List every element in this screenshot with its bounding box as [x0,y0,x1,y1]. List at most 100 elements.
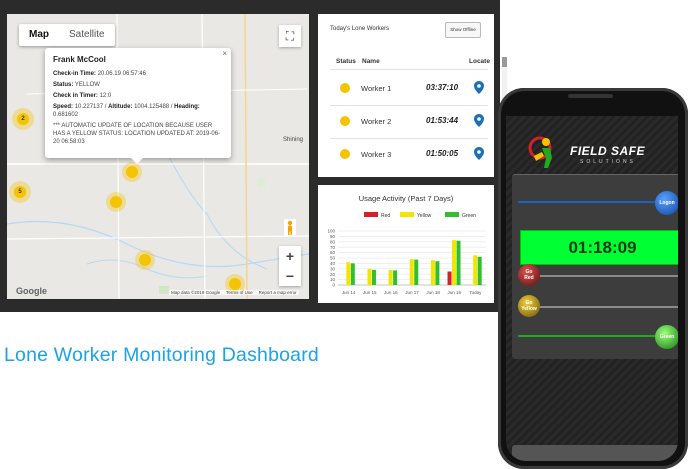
y-tick-label: 90 [330,234,336,239]
brand-name: FIELD SAFE [570,144,646,158]
worker-timer: 01:50:05 [426,149,459,158]
checkin-time-line: Check-in Time: 20.06.19 06:57:46 [53,70,146,77]
field-safe-logo: FIELD SAFE SOLUTIONS [526,134,666,170]
zoom-in-button[interactable]: + [279,246,301,266]
cluster-marker[interactable]: 5 [14,186,26,198]
name-column-header: Name [362,58,380,65]
bar [388,269,393,285]
logon-button[interactable]: Logon [655,191,678,215]
x-tick-label: Jun 18 [426,290,440,295]
status-dot [340,83,350,93]
x-tick-label: Jun 14 [342,290,356,295]
control-panel: Logon 01:18:09 Go Red Go Yellow Green [512,174,678,359]
worker-marker[interactable] [126,166,138,178]
status-dot [340,116,350,126]
scrollbar-thumb[interactable] [502,57,507,67]
y-tick-label: 10 [330,277,336,282]
go-green-label: Green [659,334,675,340]
table-row[interactable]: Worker 1 03:37:10 [318,71,494,104]
worker-marker[interactable] [110,196,122,208]
lone-workers-panel: Today's Lone Workers Show Offline Status… [318,14,507,177]
map-footer: Map data ©2019 Google Terms of Use Repor… [169,290,299,295]
x-tick-label: Today [469,290,482,295]
bar [477,256,482,285]
phone-screen: FIELD SAFE SOLUTIONS Logon 01:18:09 Go R… [506,116,678,461]
report-link[interactable]: Report a map error [259,290,297,295]
table-row[interactable]: Worker 3 01:50:05 [318,137,494,170]
worker-name: Worker 2 [361,117,392,126]
go-red-button[interactable]: Go Red [518,264,540,286]
info-window: × Frank McCool Check-in Time: 20.06.19 0… [45,48,231,164]
legend-swatch [445,212,459,217]
table-row[interactable]: Worker 2 01:53:44 [318,104,494,137]
go-green-button[interactable]: Green [655,325,678,349]
go-yellow-label-line2: Yellow [521,306,537,312]
brand-subtitle: SOLUTIONS [580,159,636,165]
bar [447,271,452,285]
google-logo: Google [16,286,47,296]
chart-title: Usage Activity (Past 7 Days) [359,194,454,203]
zoom-out-button[interactable]: − [279,266,301,286]
y-tick-label: 0 [332,283,335,288]
status-dot [340,149,350,159]
map-type-control: Map Satellite [19,24,115,46]
map-data-text: Map data ©2019 Google [171,290,221,295]
go-yellow-button[interactable]: Go Yellow [518,295,540,317]
bar [371,269,376,285]
y-tick-label: 60 [330,250,336,255]
y-tick-label: 80 [330,239,336,244]
red-track [518,275,678,277]
x-tick-label: Jun 16 [384,290,398,295]
bar [350,263,355,285]
legend-swatch [400,212,414,217]
worker-name: Worker 1 [361,84,392,93]
bar [414,259,419,285]
location-pin-icon[interactable] [474,114,484,127]
close-icon[interactable]: × [222,49,227,60]
y-tick-label: 50 [330,256,336,261]
go-red-label-line2: Red [524,275,534,281]
status-line: Status: YELLOW [53,81,100,88]
worker-name: Worker 3 [361,150,392,159]
phone-bottom-bar [512,445,678,461]
y-tick-label: 40 [330,261,336,266]
status-column-header: Status [336,58,356,65]
fullscreen-icon[interactable]: ⛶ [279,25,301,47]
y-tick-label: 20 [330,272,336,277]
satellite-tab[interactable]: Satellite [59,24,115,46]
map-view[interactable]: Map Satellite ⛶ 2 5 Shining × Frank McCo… [7,14,309,299]
dashboard-screenshot: Map Satellite ⛶ 2 5 Shining × Frank McCo… [0,0,507,312]
legend-label: Green [462,213,476,219]
worker-marker[interactable] [139,254,151,266]
legend-swatch [364,212,378,217]
pegman-icon[interactable] [284,219,296,237]
location-pin-icon[interactable] [474,147,484,160]
bar [409,259,414,285]
worker-timer: 01:53:44 [426,116,459,125]
yellow-track [518,306,678,308]
update-message: *** AUTOMATIC UPDATE OF LOCATION BECAUSE… [53,123,221,146]
worker-figure-icon [528,136,552,168]
x-tick-label: Jun 17 [405,290,419,295]
bar [430,260,435,285]
bar [473,255,478,285]
terms-link[interactable]: Terms of Use [226,290,253,295]
x-tick-label: Jun 19 [448,290,462,295]
bar [393,270,398,285]
bar [367,268,372,285]
bar [346,262,351,285]
place-label: Shining [283,137,304,143]
location-pin-icon[interactable] [474,81,484,94]
show-offline-button[interactable]: Show Offline [445,22,481,38]
worker-timer: 03:37:10 [426,83,459,92]
worker-marker[interactable] [229,278,241,290]
popup-tail [131,158,143,164]
y-tick-label: 100 [327,229,335,234]
cluster-marker[interactable]: 2 [17,113,29,125]
y-tick-label: 30 [330,266,336,271]
map-tab[interactable]: Map [19,24,59,46]
panel-title: Today's Lone Workers [330,26,390,32]
zoom-control: + − [279,246,301,286]
bar [456,240,461,285]
checkin-timer-display: 01:18:09 [520,230,678,265]
